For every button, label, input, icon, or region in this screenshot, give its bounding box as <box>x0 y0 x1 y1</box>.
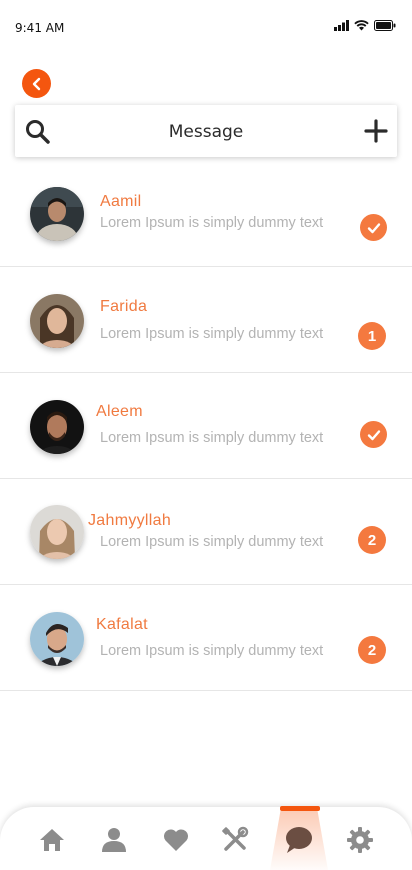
message-preview: Lorem Ipsum is simply dummy text <box>100 643 324 659</box>
back-button[interactable] <box>22 69 51 98</box>
nav-profile[interactable] <box>99 825 129 855</box>
conversation-row[interactable]: Aamil Lorem Ipsum is simply dummy text <box>0 161 412 267</box>
nav-messages[interactable] <box>284 825 314 855</box>
gear-icon <box>347 827 373 853</box>
tools-icon <box>222 826 249 851</box>
contact-name: Aleem <box>96 403 143 420</box>
status-time: 9:41 AM <box>15 21 65 35</box>
chat-icon <box>286 827 312 853</box>
active-tab-indicator <box>280 806 320 811</box>
nav-tools[interactable] <box>220 825 250 855</box>
avatar <box>30 505 84 559</box>
message-preview: Lorem Ipsum is simply dummy text <box>100 215 324 231</box>
nav-settings[interactable] <box>345 825 375 855</box>
avatar <box>30 187 84 241</box>
profile-icon <box>102 828 126 852</box>
message-header: Message <box>15 105 397 157</box>
nav-home[interactable] <box>37 825 67 855</box>
contact-name: Aamil <box>100 193 142 210</box>
message-preview: Lorem Ipsum is simply dummy text <box>100 534 324 550</box>
unread-count-badge: 2 <box>358 526 386 554</box>
wifi-icon <box>354 20 369 31</box>
unread-count-badge: 1 <box>358 322 386 350</box>
conversation-row[interactable]: Aleem Lorem Ipsum is simply dummy text <box>0 373 412 479</box>
conversation-row[interactable]: Farida Lorem Ipsum is simply dummy text … <box>0 267 412 373</box>
read-check-icon <box>360 421 387 448</box>
message-preview: Lorem Ipsum is simply dummy text <box>100 326 324 342</box>
plus-icon <box>364 119 388 143</box>
contact-name: Jahmyyllah <box>88 512 172 529</box>
bottom-navigation <box>0 806 412 870</box>
contact-name: Farida <box>100 298 148 315</box>
conversation-row[interactable]: Kafalat Lorem Ipsum is simply dummy text… <box>0 585 412 691</box>
battery-icon <box>374 20 396 31</box>
home-icon <box>40 829 64 851</box>
heart-icon <box>163 829 189 851</box>
status-icons <box>334 20 396 31</box>
avatar <box>30 612 84 666</box>
message-preview: Lorem Ipsum is simply dummy text <box>100 430 324 446</box>
chevron-left-icon <box>32 77 40 90</box>
avatar <box>30 400 84 454</box>
status-bar: 9:41 AM <box>0 0 412 50</box>
page-title: Message <box>168 122 244 142</box>
read-check-icon <box>360 214 387 241</box>
conversation-row[interactable]: Jahmyyllah Lorem Ipsum is simply dummy t… <box>0 479 412 585</box>
nav-favorites[interactable] <box>161 825 191 855</box>
avatar <box>30 294 84 348</box>
unread-count-badge: 2 <box>358 636 386 664</box>
add-message-button[interactable] <box>363 118 389 144</box>
signal-icon <box>334 20 349 31</box>
contact-name: Kafalat <box>96 616 148 633</box>
